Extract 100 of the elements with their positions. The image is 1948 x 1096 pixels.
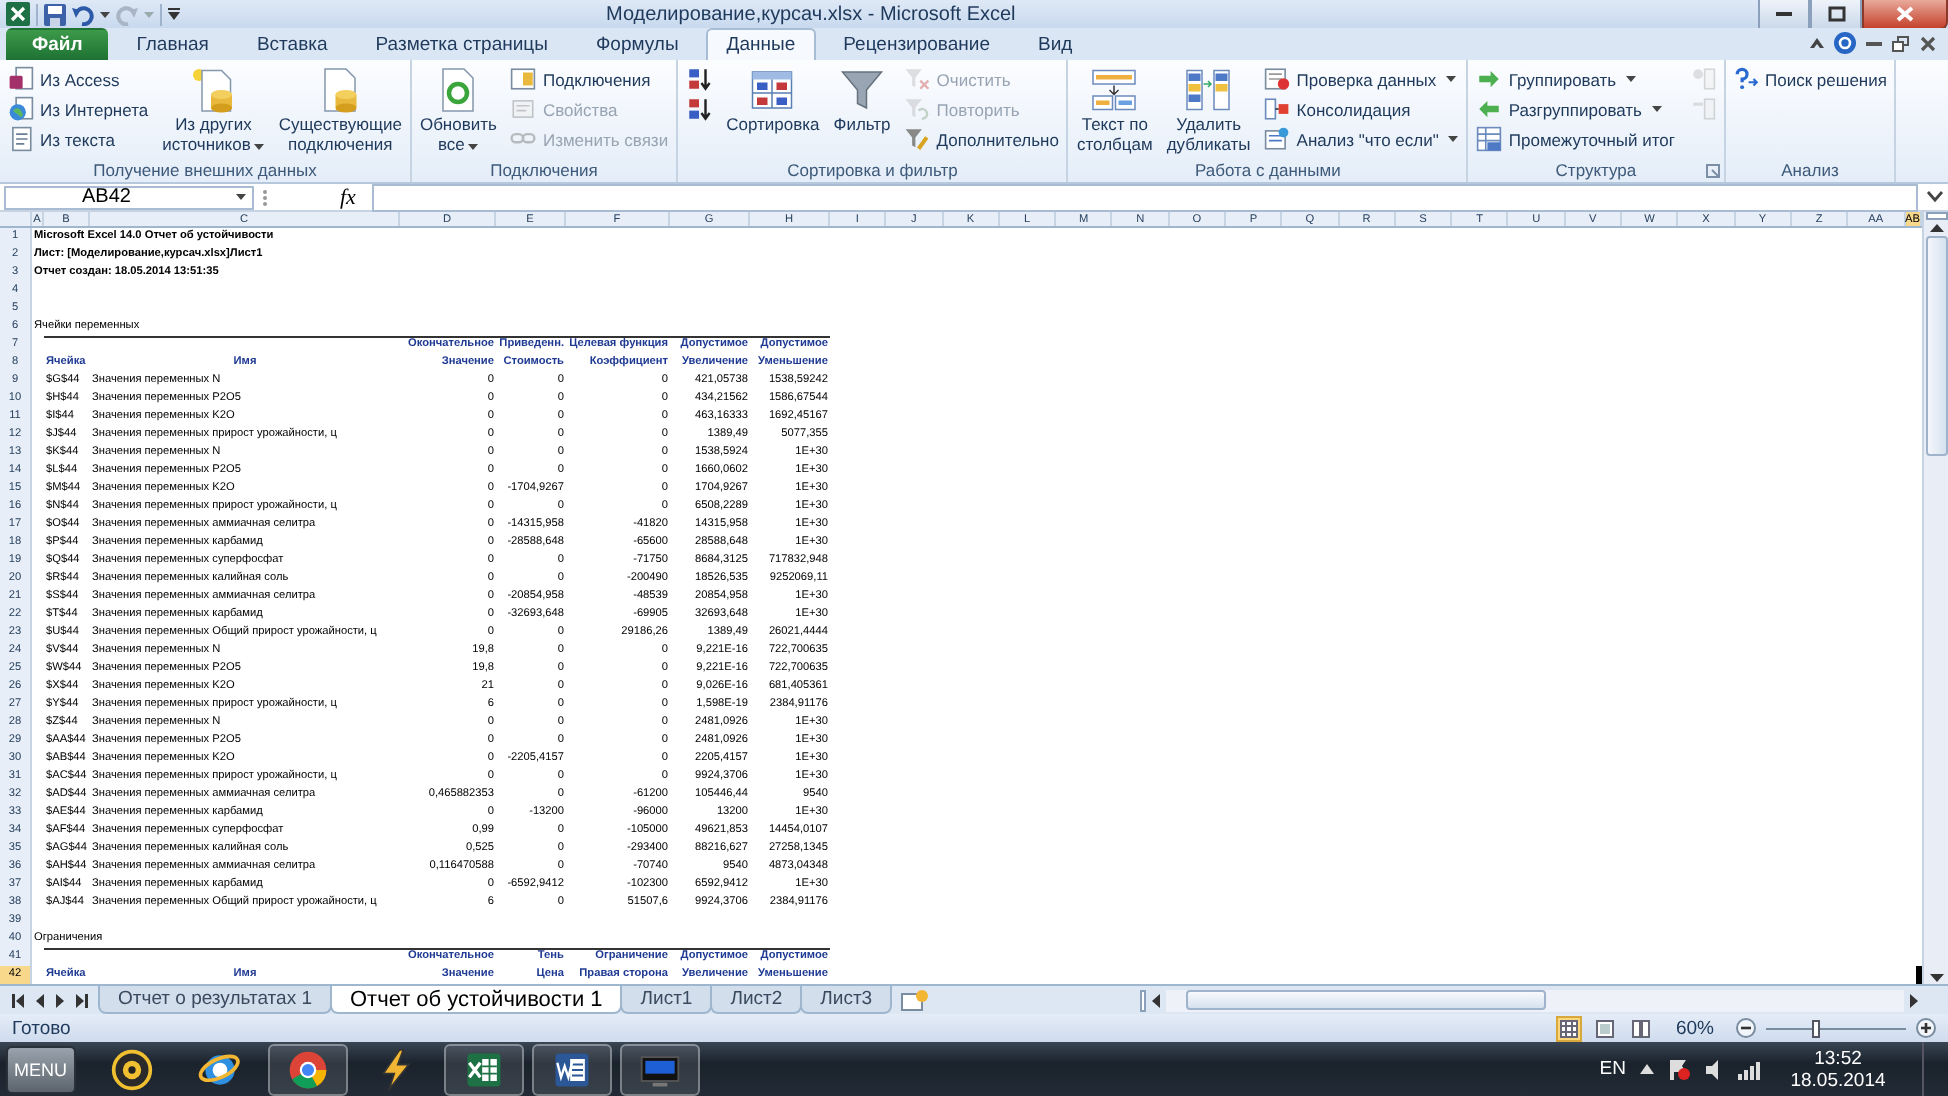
close-icon xyxy=(1896,5,1914,21)
ribbon-button[interactable]: Поиск решения xyxy=(1729,64,1891,94)
last-sheet-icon xyxy=(76,993,88,1007)
up-arrow-icon xyxy=(1640,1064,1654,1074)
clock-time[interactable]: 13:52 xyxy=(1814,1047,1862,1069)
ribbon-button[interactable]: Проверка данных xyxy=(1260,64,1463,94)
ribbon-tab[interactable]: Данные xyxy=(706,28,816,60)
globe-icon xyxy=(8,96,34,122)
ribbon-button[interactable]: Текст по столбцам xyxy=(1072,64,1157,158)
data-validation-icon xyxy=(1264,66,1291,92)
ribbon-button[interactable]: Консолидация xyxy=(1260,94,1463,124)
clear-filter-icon xyxy=(904,66,931,92)
text-file-icon xyxy=(8,126,34,152)
document-database-icon xyxy=(189,66,238,114)
sheet-tab[interactable]: Лист3 xyxy=(800,986,893,1014)
sheet-tab[interactable]: Лист1 xyxy=(620,986,713,1014)
window-title: Моделирование,курсач.xlsx - Microsoft Excel xyxy=(606,3,1018,25)
close-button[interactable] xyxy=(1862,0,1948,28)
language-indicator[interactable]: EN xyxy=(1599,1058,1626,1080)
file-tab[interactable]: Файл xyxy=(6,28,109,60)
group-label: Работа с данными xyxy=(1195,158,1341,182)
ribbon-button[interactable]: Из Интернета xyxy=(4,94,153,124)
clock-date[interactable]: 18.05.2014 xyxy=(1790,1069,1886,1091)
database-icon xyxy=(8,66,34,92)
reapply-filter-icon xyxy=(904,96,931,122)
minimize-button[interactable] xyxy=(1758,0,1810,28)
view-button[interactable] xyxy=(1591,1015,1618,1041)
group-label: Подключения xyxy=(490,158,598,182)
status-text: Готово xyxy=(12,1017,71,1039)
taskbar-button[interactable] xyxy=(531,1043,611,1095)
ribbon-button[interactable]: Из текста xyxy=(4,124,153,154)
customize-icon xyxy=(168,8,180,20)
ribbon-button[interactable]: Фильтр xyxy=(829,64,895,158)
ribbon-button[interactable]: Сортировка xyxy=(722,64,824,158)
ribbon-button[interactable]: Разгруппировать xyxy=(1472,94,1680,124)
left-arrow-icon xyxy=(1476,96,1503,122)
connections-icon xyxy=(510,66,537,92)
divider-grip-icon xyxy=(262,186,268,208)
minimize-icon xyxy=(1866,40,1882,46)
close-icon xyxy=(1920,35,1936,51)
ribbon-button[interactable]: Дополнительно xyxy=(900,124,1063,154)
zoom-in-icon xyxy=(1916,1018,1936,1038)
group-label: Получение внешних данных xyxy=(93,158,317,182)
signal-icon xyxy=(1738,1059,1762,1079)
save-icon xyxy=(44,3,66,25)
ribbon-button[interactable]: Из других источников xyxy=(158,64,269,158)
taskbar-button[interactable] xyxy=(619,1043,699,1095)
group-label: Сортировка и фильтр xyxy=(787,158,958,182)
sheet-tab[interactable]: Отчет об устойчивости 1 xyxy=(330,986,623,1014)
zoom-level[interactable]: 60% xyxy=(1663,1017,1726,1039)
scroll-thumb[interactable] xyxy=(1186,990,1546,1010)
scroll-right-icon xyxy=(1908,991,1920,1009)
redo-icon xyxy=(116,3,138,25)
maximize-icon xyxy=(1827,5,1845,21)
scroll-thumb[interactable] xyxy=(1925,236,1947,456)
menu-button[interactable]: MENU xyxy=(6,1045,75,1093)
slider-thumb[interactable] xyxy=(1811,1019,1820,1037)
hide-detail-icon xyxy=(1689,96,1716,122)
browser-icon xyxy=(285,1047,329,1091)
scroll-left-icon xyxy=(1150,991,1162,1009)
formula-input[interactable] xyxy=(371,183,1918,211)
ribbon-button[interactable]: Подключения xyxy=(506,64,673,94)
caret-icon xyxy=(100,11,110,17)
webcam-icon xyxy=(109,1047,153,1091)
show-detail-icon xyxy=(1689,66,1716,92)
ribbon-button[interactable]: Промежуточный итог xyxy=(1472,124,1680,154)
ribbon-tab[interactable]: Рецензирование xyxy=(823,28,1010,60)
sort-descending-icon xyxy=(686,96,713,122)
next-sheet-icon xyxy=(56,993,64,1007)
normal-view-icon xyxy=(1559,1019,1578,1037)
view-button[interactable] xyxy=(1555,1015,1582,1041)
zoom-slider[interactable] xyxy=(1766,1019,1906,1037)
speaker-icon xyxy=(1704,1059,1724,1079)
flag-icon xyxy=(1668,1058,1690,1080)
ribbon-tab[interactable]: Главная xyxy=(116,28,229,60)
maximize-button[interactable] xyxy=(1810,0,1862,28)
ribbon-button[interactable]: Из Access xyxy=(4,64,153,94)
taskbar-button[interactable] xyxy=(443,1043,523,1095)
ribbon-button[interactable]: Группировать xyxy=(1472,64,1680,94)
restore-icon xyxy=(1892,35,1910,51)
undo-icon xyxy=(72,3,94,25)
ribbon-button[interactable]: Существующие подключения xyxy=(274,64,406,158)
ribbon-tab[interactable]: Вид xyxy=(1017,28,1093,60)
collapse-ribbon-icon xyxy=(1810,38,1824,48)
ribbon-tab[interactable]: Формулы xyxy=(575,28,699,60)
ribbon-button[interactable]: Обновить все xyxy=(415,64,501,158)
ribbon-tab[interactable]: Вставка xyxy=(236,28,348,60)
what-if-icon xyxy=(1264,126,1291,152)
view-button[interactable] xyxy=(1627,1015,1654,1041)
sheet-tab[interactable]: Лист2 xyxy=(710,986,803,1014)
group-label: Структура xyxy=(1555,158,1637,182)
ribbon-button[interactable]: Анализ "что если" xyxy=(1260,124,1463,154)
caret-icon xyxy=(236,194,246,200)
name-box[interactable]: AB42 xyxy=(4,185,254,209)
filter-icon xyxy=(838,66,887,114)
ribbon-button[interactable]: Удалить дубликаты xyxy=(1162,64,1255,158)
ribbon-tab[interactable]: Разметка страницы xyxy=(355,28,568,60)
taskbar-button[interactable] xyxy=(267,1043,347,1095)
insert-function-button[interactable]: fx xyxy=(332,185,364,209)
sheet-tab[interactable]: Отчет о результатах 1 xyxy=(98,986,332,1014)
